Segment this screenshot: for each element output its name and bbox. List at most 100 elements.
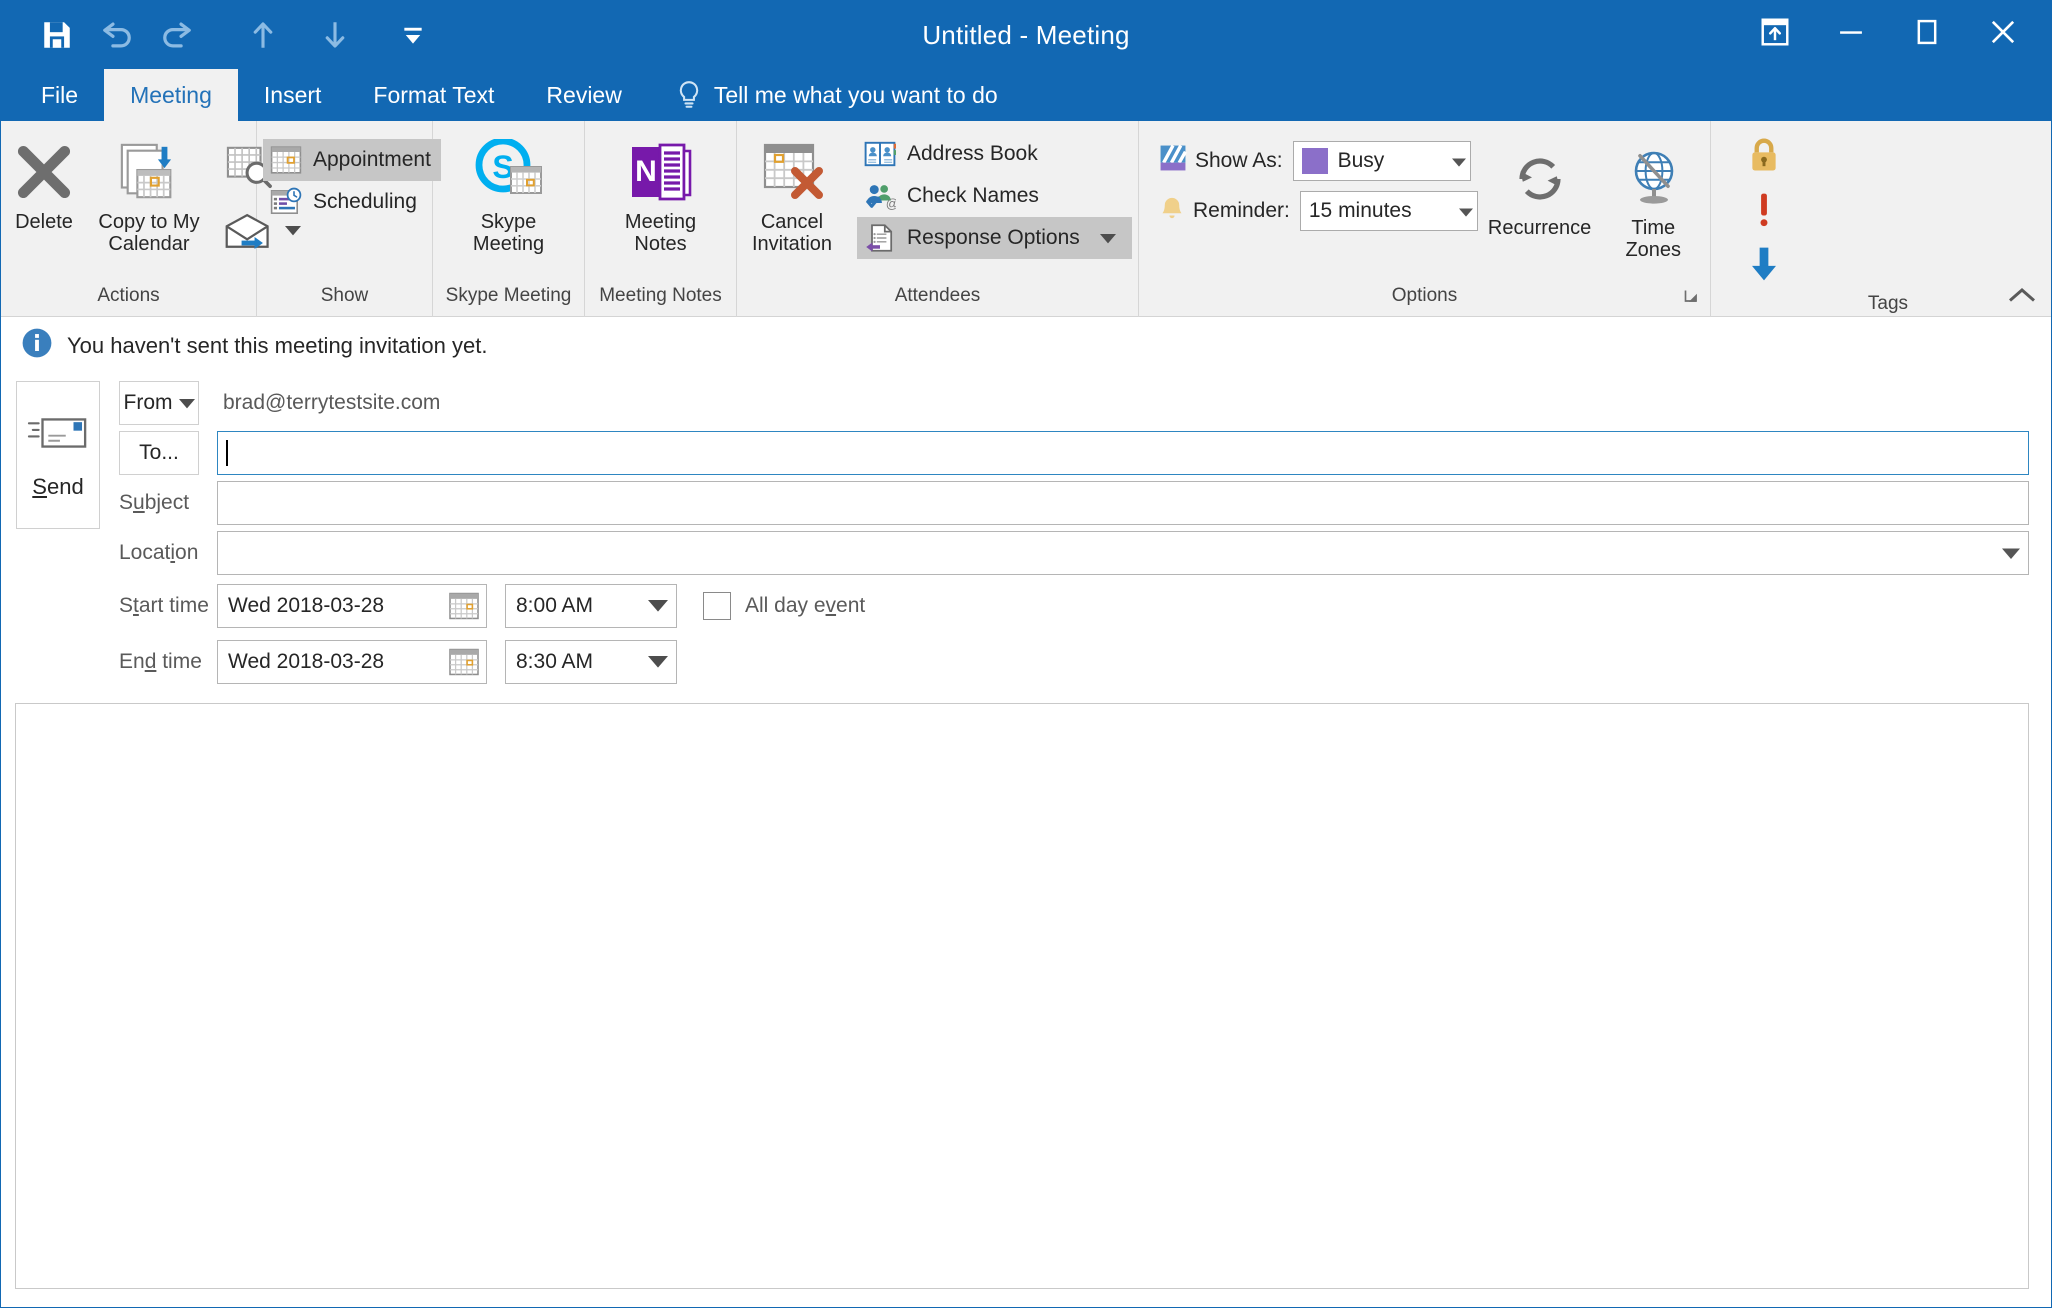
- chevron-down-icon[interactable]: [1442, 149, 1466, 173]
- time-zones-button[interactable]: Time Zones: [1601, 135, 1705, 262]
- ribbon-group-actions: Delete Copy to My Calendar Actions: [1, 121, 301, 317]
- response-options-button[interactable]: Response Options: [857, 217, 1132, 259]
- end-time-label: End time: [119, 650, 202, 673]
- chevron-down-icon[interactable]: [648, 594, 668, 618]
- show-as-label: Show As:: [1195, 149, 1283, 172]
- chevron-down-icon[interactable]: [1449, 199, 1473, 223]
- chevron-down-icon[interactable]: [648, 650, 668, 674]
- tab-format-text[interactable]: Format Text: [347, 69, 520, 121]
- end-time-input[interactable]: 8:30 AM: [505, 640, 677, 684]
- svg-text:N: N: [635, 155, 657, 188]
- to-input[interactable]: [217, 431, 2029, 475]
- ribbon-group-tags: Tags: [1711, 121, 2051, 317]
- all-day-event-checkbox[interactable]: All day event: [703, 592, 865, 620]
- ribbon-group-label-tags: Tags: [1867, 293, 1909, 314]
- check-names-button[interactable]: @ Check Names: [857, 175, 1132, 217]
- ribbon-group-skype-meeting: S Skype Meeting Skype Meeting: [433, 121, 585, 317]
- skype-meeting-label: Skype Meeting: [472, 211, 545, 256]
- checkbox-box[interactable]: [703, 592, 731, 620]
- tell-me-search[interactable]: Tell me what you want to do: [648, 69, 1018, 121]
- window-controls: [1737, 1, 2041, 63]
- address-book-icon: [863, 137, 897, 171]
- show-as-dropdown[interactable]: Busy: [1292, 141, 1471, 181]
- meeting-body-editor[interactable]: [15, 703, 2029, 1289]
- tab-meeting[interactable]: Meeting: [104, 69, 238, 121]
- show-scheduling-button[interactable]: Scheduling: [263, 181, 441, 223]
- ribbon-group-label-skype-meeting: Skype Meeting: [445, 285, 572, 306]
- delete-button[interactable]: Delete: [1, 129, 87, 233]
- meeting-notes-label: Meeting Notes: [624, 211, 697, 256]
- start-time-value: 8:00 AM: [516, 594, 594, 617]
- maximize-icon[interactable]: [1889, 1, 1965, 63]
- ribbon-group-options: Show As: Busy Reminder: 15 minutes Recur…: [1139, 121, 1711, 317]
- minimize-icon[interactable]: [1813, 1, 1889, 63]
- lightbulb-icon: [676, 80, 702, 110]
- ribbon-display-options-icon[interactable]: [1737, 1, 1813, 63]
- send-envelope-icon: [27, 411, 89, 460]
- start-time-row: Start time Wed 2018-03-28 8:00 AM All da…: [119, 581, 2029, 631]
- address-book-button[interactable]: Address Book: [857, 133, 1132, 175]
- tags-column: [1737, 127, 1791, 289]
- end-date-input[interactable]: Wed 2018-03-28: [217, 640, 487, 684]
- collapse-ribbon-icon[interactable]: [2007, 286, 2037, 311]
- options-label-text: Options: [1391, 285, 1458, 306]
- show-appointment-button[interactable]: Appointment: [263, 139, 441, 181]
- private-lock-icon[interactable]: [1737, 131, 1791, 181]
- to-button-label: To...: [139, 441, 179, 464]
- start-time-input[interactable]: 8:00 AM: [505, 584, 677, 628]
- copy-to-my-calendar-label: Copy to My Calendar: [98, 211, 200, 256]
- skype-meeting-button[interactable]: S Skype Meeting: [461, 129, 557, 256]
- reminder-row: Reminder: 15 minutes: [1159, 191, 1478, 231]
- close-icon[interactable]: [1965, 1, 2041, 63]
- reminder-label-wrap: Reminder:: [1159, 194, 1290, 228]
- send-button[interactable]: Send: [16, 381, 100, 529]
- reminder-label: Reminder:: [1193, 199, 1290, 222]
- response-options-label: Response Options: [907, 226, 1080, 249]
- subject-input[interactable]: [217, 481, 2029, 525]
- response-options-dropdown-caret[interactable]: [1090, 226, 1116, 250]
- recurrence-icon: [1509, 141, 1571, 209]
- high-importance-icon[interactable]: [1737, 185, 1791, 235]
- calendar-picker-icon[interactable]: [448, 592, 480, 620]
- to-button[interactable]: To...: [119, 431, 199, 475]
- recurrence-button[interactable]: Recurrence: [1478, 135, 1601, 239]
- tell-me-label: Tell me what you want to do: [713, 81, 998, 108]
- all-day-event-label: All day event: [745, 594, 866, 617]
- appointment-icon: [269, 143, 303, 177]
- from-button-label: From: [123, 391, 173, 414]
- check-names-label: Check Names: [907, 184, 1039, 207]
- tab-review[interactable]: Review: [520, 69, 647, 121]
- info-bar-message: You haven't sent this meeting invitation…: [67, 333, 488, 358]
- location-dropdown-caret[interactable]: [2002, 541, 2020, 565]
- ribbon-group-meeting-notes: N Meeting Notes Meeting Notes: [585, 121, 737, 317]
- subject-label: Subject: [119, 491, 190, 514]
- from-button[interactable]: From: [119, 381, 199, 425]
- tab-file[interactable]: File: [15, 69, 104, 121]
- skype-meeting-icon: S: [473, 135, 545, 203]
- reminder-dropdown[interactable]: 15 minutes: [1299, 191, 1478, 231]
- cancel-invitation-label: Cancel Invitation: [751, 211, 833, 256]
- copy-to-my-calendar-button[interactable]: Copy to My Calendar: [87, 129, 211, 256]
- time-zones-globe-icon: [1622, 141, 1684, 209]
- location-row: Location: [119, 531, 2029, 575]
- send-label: Send: [32, 473, 84, 499]
- subject-row: Subject: [119, 481, 2029, 525]
- svg-text:@: @: [886, 196, 896, 211]
- show-as-color-swatch: [1301, 148, 1328, 174]
- options-dialog-launcher-icon[interactable]: [1684, 287, 1702, 317]
- ribbon-group-label-options: Options: [1139, 281, 1710, 317]
- response-options-icon: [863, 221, 897, 255]
- meeting-form: Send From brad@terrytestsite.com To... S…: [1, 375, 2051, 687]
- ribbon: Delete Copy to My Calendar Actions Appoi…: [1, 121, 2051, 317]
- start-date-input[interactable]: Wed 2018-03-28: [217, 584, 487, 628]
- cancel-invitation-button[interactable]: Cancel Invitation: [737, 129, 847, 256]
- cancel-invitation-icon: [759, 135, 825, 203]
- end-time-row: End time Wed 2018-03-28 8:30 AM: [119, 637, 2029, 687]
- calendar-picker-icon[interactable]: [448, 648, 480, 676]
- ribbon-group-attendees: Cancel Invitation Address Book Check Nam…: [737, 121, 1139, 317]
- location-input[interactable]: [217, 531, 2029, 575]
- low-importance-icon[interactable]: [1737, 239, 1791, 289]
- tab-insert[interactable]: Insert: [238, 69, 348, 121]
- delete-x-icon: [13, 135, 75, 203]
- meeting-notes-button[interactable]: N Meeting Notes: [613, 129, 709, 256]
